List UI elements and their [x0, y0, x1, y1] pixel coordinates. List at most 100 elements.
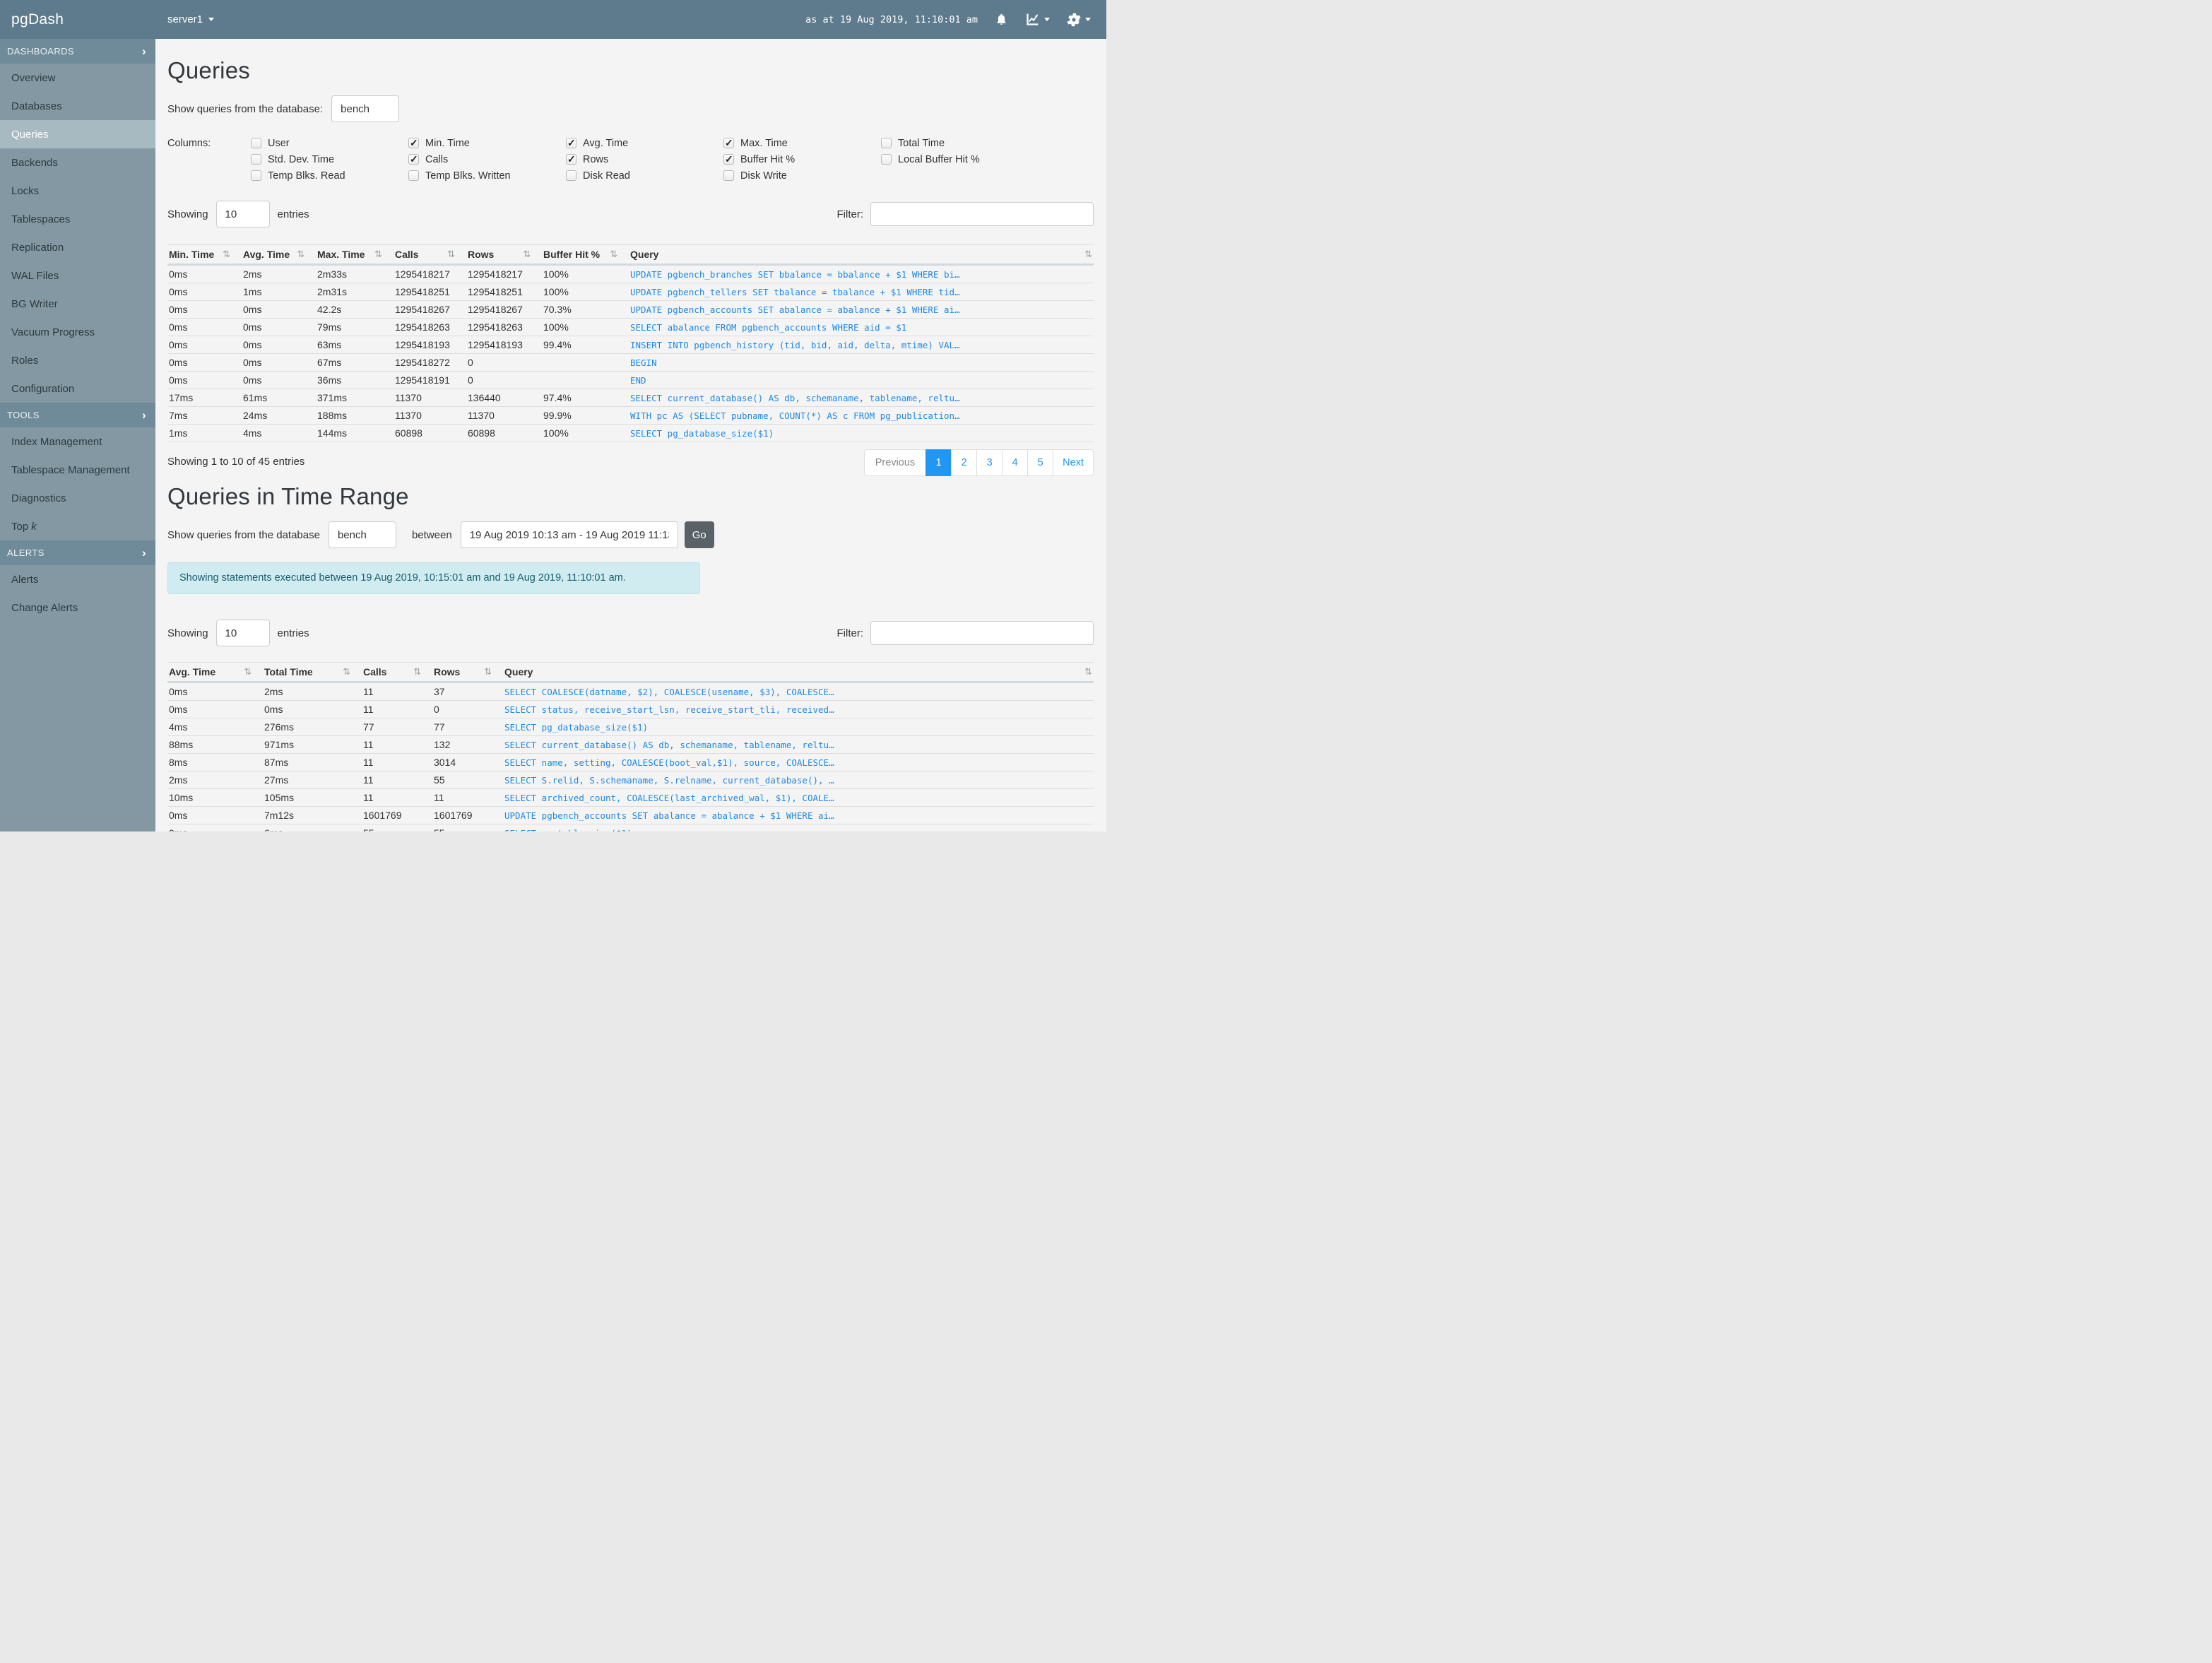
column-option-max-time[interactable]: Max. Time: [723, 137, 881, 149]
column-option-rows[interactable]: Rows: [566, 153, 723, 165]
checkbox-checked-icon[interactable]: [723, 137, 734, 149]
query-cell[interactable]: UPDATE pgbench_tellers SET tbalance = tb…: [629, 283, 1094, 301]
query-cell[interactable]: BEGIN: [629, 353, 1094, 372]
query-cell[interactable]: SELECT status, receive_start_lsn, receiv…: [503, 700, 1094, 718]
sidebar-item-wal-files[interactable]: WAL Files: [0, 261, 155, 290]
filter-input[interactable]: [870, 202, 1094, 226]
database-input-2[interactable]: [328, 521, 396, 548]
charts-menu-button[interactable]: [1025, 12, 1050, 27]
checkbox-unchecked-icon[interactable]: [251, 138, 261, 148]
column-header-buffer-hit-[interactable]: Buffer Hit % ⇅: [542, 244, 629, 266]
column-header-query[interactable]: Query ⇅: [629, 244, 1094, 266]
query-cell[interactable]: SELECT S.relid, S.schemaname, S.relname,…: [503, 771, 1094, 789]
column-option-buffer-hit-[interactable]: Buffer Hit %: [723, 153, 881, 165]
sidebar-item-backends[interactable]: Backends: [0, 148, 155, 177]
column-option-calls[interactable]: Calls: [408, 153, 566, 165]
query-cell[interactable]: SELECT current_database() AS db, scheman…: [629, 389, 1094, 407]
query-cell[interactable]: SELECT COALESCE(datname, $2), COALESCE(u…: [503, 682, 1094, 701]
sidebar-item-tablespace-management[interactable]: Tablespace Management: [0, 456, 155, 484]
query-cell[interactable]: UPDATE pgbench_accounts SET abalance = a…: [629, 300, 1094, 319]
column-option-avg-time[interactable]: Avg. Time: [566, 137, 723, 149]
previous-page-button[interactable]: Previous: [863, 449, 927, 476]
column-option-disk-write[interactable]: Disk Write: [723, 170, 881, 182]
query-cell[interactable]: SELECT pg_table_size($1): [503, 824, 1094, 832]
sidebar-item-index-management[interactable]: Index Management: [0, 427, 155, 456]
checkbox-checked-icon[interactable]: [408, 137, 419, 149]
page-number-button-2[interactable]: 2: [951, 449, 978, 476]
filter-input-2[interactable]: [870, 621, 1094, 645]
query-cell[interactable]: SELECT pg_database_size($1): [629, 424, 1094, 442]
query-cell[interactable]: SELECT current_database() AS db, scheman…: [503, 735, 1094, 754]
page-number-button-3[interactable]: 3: [976, 449, 1003, 476]
query-cell[interactable]: UPDATE pgbench_branches SET bbalance = b…: [629, 264, 1094, 283]
sidebar-item-databases[interactable]: Databases: [0, 92, 155, 120]
column-header-calls[interactable]: Calls ⇅: [362, 662, 432, 683]
sidebar-item-replication[interactable]: Replication: [0, 233, 155, 261]
page-number-button-4[interactable]: 4: [1002, 449, 1029, 476]
query-cell[interactable]: SELECT pg_database_size($1): [503, 718, 1094, 736]
checkbox-unchecked-icon[interactable]: [251, 154, 261, 165]
sidebar-item-diagnostics[interactable]: Diagnostics: [0, 484, 155, 512]
sidebar-item-queries[interactable]: Queries: [0, 120, 155, 148]
column-option-user[interactable]: User: [251, 138, 408, 149]
sidebar-item-top[interactable]: Top k: [0, 512, 155, 540]
checkbox-checked-icon[interactable]: [723, 153, 734, 165]
page-number-button-5[interactable]: 5: [1027, 449, 1054, 476]
sidebar-section-tools[interactable]: TOOLS ›: [0, 403, 155, 427]
column-header-calls[interactable]: Calls ⇅: [394, 244, 466, 266]
checkbox-unchecked-icon[interactable]: [881, 138, 892, 148]
checkbox-checked-icon[interactable]: [566, 137, 576, 149]
date-range-input[interactable]: [460, 521, 678, 548]
notifications-button[interactable]: [995, 12, 1008, 27]
checkbox-unchecked-icon[interactable]: [566, 170, 576, 181]
checkbox-unchecked-icon[interactable]: [723, 170, 734, 181]
go-button[interactable]: Go: [684, 521, 714, 548]
checkbox-unchecked-icon[interactable]: [251, 170, 261, 181]
page-size-input[interactable]: [215, 201, 270, 227]
column-header-rows[interactable]: Rows ⇅: [466, 244, 542, 266]
sidebar-item-vacuum-progress[interactable]: Vacuum Progress: [0, 318, 155, 346]
column-option-total-time[interactable]: Total Time: [881, 138, 1039, 149]
query-cell[interactable]: SELECT abalance FROM pgbench_accounts WH…: [629, 318, 1094, 336]
page-size-input-2[interactable]: [215, 620, 270, 646]
query-cell[interactable]: UPDATE pgbench_accounts SET abalance = a…: [503, 806, 1094, 824]
column-option-min-time[interactable]: Min. Time: [408, 137, 566, 149]
sidebar-item-overview[interactable]: Overview: [0, 64, 155, 92]
sidebar-item-roles[interactable]: Roles: [0, 346, 155, 374]
checkbox-checked-icon[interactable]: [566, 153, 576, 165]
brand-logo[interactable]: pgDash: [0, 11, 155, 28]
checkbox-unchecked-icon[interactable]: [881, 154, 892, 165]
column-option-disk-read[interactable]: Disk Read: [566, 170, 723, 182]
page-number-button-1[interactable]: 1: [925, 449, 952, 476]
checkbox-unchecked-icon[interactable]: [408, 170, 419, 181]
query-cell[interactable]: END: [629, 371, 1094, 389]
column-option-std-dev-time[interactable]: Std. Dev. Time: [251, 154, 408, 165]
column-header-avg-time[interactable]: Avg. Time ⇅: [242, 244, 316, 266]
sidebar-item-tablespaces[interactable]: Tablespaces: [0, 205, 155, 233]
query-cell[interactable]: INSERT INTO pgbench_history (tid, bid, a…: [629, 336, 1094, 354]
sidebar-item-alerts[interactable]: Alerts: [0, 565, 155, 593]
column-header-query[interactable]: Query ⇅: [503, 662, 1094, 683]
query-cell[interactable]: SELECT name, setting, COALESCE(boot_val,…: [503, 753, 1094, 771]
checkbox-checked-icon[interactable]: [408, 153, 419, 165]
sidebar-section-dashboards[interactable]: DASHBOARDS ›: [0, 39, 155, 64]
sidebar-section-alerts[interactable]: ALERTS ›: [0, 540, 155, 565]
column-header-rows[interactable]: Rows ⇅: [432, 662, 503, 683]
column-header-max-time[interactable]: Max. Time ⇅: [316, 244, 394, 266]
database-input[interactable]: [331, 95, 400, 122]
server-selector[interactable]: server1: [167, 13, 215, 25]
column-option-temp-blks-written[interactable]: Temp Blks. Written: [408, 170, 566, 182]
sidebar-item-change-alerts[interactable]: Change Alerts: [0, 593, 155, 622]
next-page-button[interactable]: Next: [1053, 449, 1094, 476]
query-cell[interactable]: WITH pc AS (SELECT pubname, COUNT(*) AS …: [629, 406, 1094, 425]
sidebar-item-configuration[interactable]: Configuration: [0, 374, 155, 403]
sidebar-item-locks[interactable]: Locks: [0, 177, 155, 205]
column-option-local-buffer-hit-[interactable]: Local Buffer Hit %: [881, 154, 1039, 165]
sidebar-item-bg-writer[interactable]: BG Writer: [0, 290, 155, 318]
column-header-min-time[interactable]: Min. Time ⇅: [167, 244, 242, 266]
column-option-temp-blks-read[interactable]: Temp Blks. Read: [251, 170, 408, 182]
query-cell[interactable]: SELECT archived_count, COALESCE(last_arc…: [503, 788, 1094, 807]
column-header-avg-time[interactable]: Avg. Time ⇅: [167, 662, 263, 683]
settings-menu-button[interactable]: [1067, 13, 1091, 27]
column-header-total-time[interactable]: Total Time ⇅: [263, 662, 362, 683]
